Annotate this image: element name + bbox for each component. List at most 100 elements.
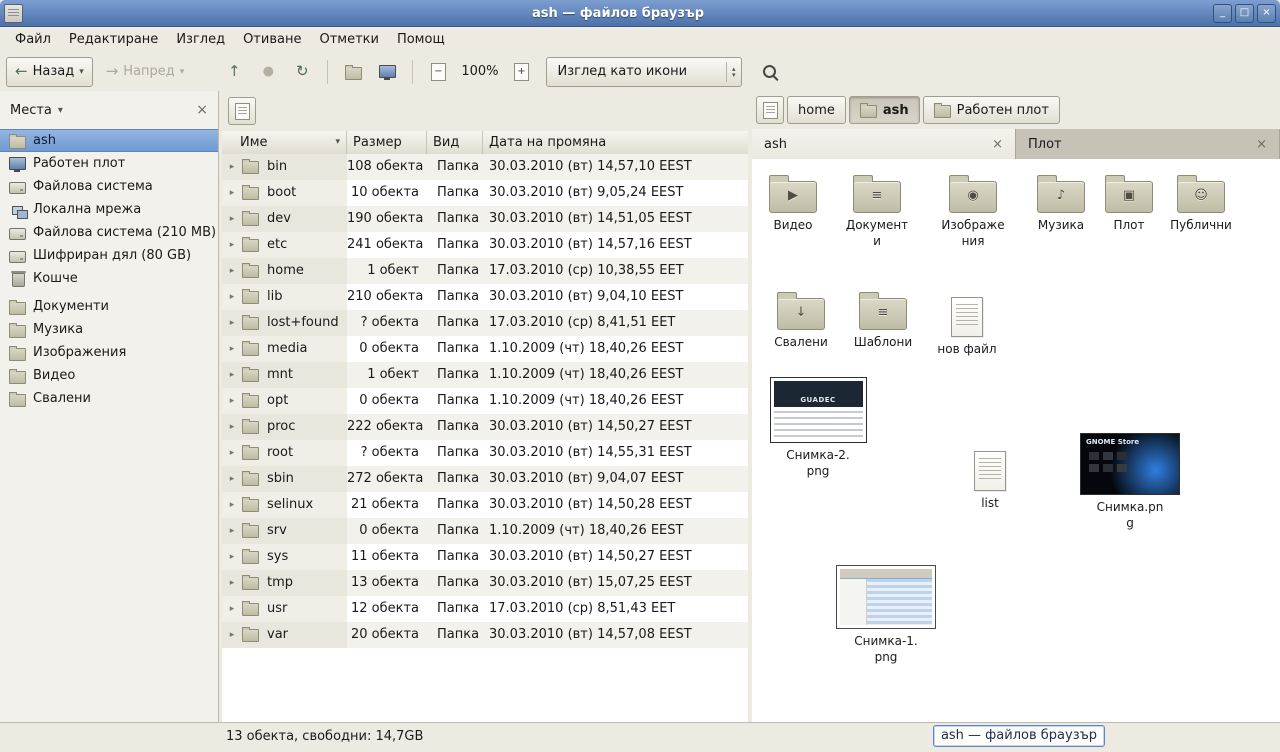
table-row-etc[interactable]: ▸etc241 обектаПапка30.03.2010 (вт) 14,57…: [222, 232, 748, 258]
table-row-boot[interactable]: ▸boot10 обектаПапка30.03.2010 (вт) 9,05,…: [222, 180, 748, 206]
icon-item-documents[interactable]: ≡Документи: [827, 173, 927, 249]
column-header-size[interactable]: Размер: [347, 131, 427, 154]
menu-go[interactable]: Отиване: [234, 29, 310, 50]
zoom-in-button[interactable]: +: [506, 57, 536, 87]
icon-item-list[interactable]: list: [940, 447, 1040, 512]
icon-item-snimka[interactable]: GNOME StoreСнимка.png: [1080, 433, 1180, 531]
expander-icon[interactable]: ▸: [225, 206, 239, 232]
expander-icon[interactable]: ▸: [225, 570, 239, 596]
icon-item-snimka-1[interactable]: Снимка-1.png: [836, 565, 936, 665]
sidebar-close-icon[interactable]: ×: [196, 103, 208, 117]
taskbar-window-button[interactable]: ash — файлов браузър: [933, 725, 1105, 747]
path-root-button[interactable]: [756, 96, 784, 124]
path-button-home[interactable]: home: [787, 96, 846, 124]
expander-icon[interactable]: ▸: [225, 258, 239, 284]
expander-icon[interactable]: ▸: [225, 154, 239, 180]
close-button[interactable]: ×: [1257, 4, 1276, 23]
expander-icon[interactable]: ▸: [225, 414, 239, 440]
back-button[interactable]: ← Назад ▾: [6, 57, 93, 87]
icon-item-pictures[interactable]: ◉Изображения: [923, 173, 1023, 249]
expander-icon[interactable]: ▸: [225, 336, 239, 362]
sidebar-item-desktop[interactable]: Работен плот: [0, 152, 218, 175]
sidebar-item-ash[interactable]: ash: [0, 129, 218, 152]
path-button-desktop[interactable]: Работен плот: [923, 96, 1060, 124]
file-browser-window: ash — файлов браузър _ □ × ФайлРедактира…: [0, 0, 1280, 752]
expander-icon[interactable]: ▸: [225, 284, 239, 310]
table-row-lib[interactable]: ▸lib210 обектаПапка30.03.2010 (вт) 9,04,…: [222, 284, 748, 310]
expander-icon[interactable]: ▸: [225, 310, 239, 336]
table-row-home[interactable]: ▸home1 обектПапка17.03.2010 (ср) 10,38,5…: [222, 258, 748, 284]
view-mode-select[interactable]: Изглед като икони ▴▾: [546, 57, 742, 87]
menu-help[interactable]: Помощ: [388, 29, 454, 50]
icon-label: нов файл: [937, 342, 996, 358]
list-pane-location-button[interactable]: [228, 97, 256, 125]
sidebar-item-network[interactable]: Локална мрежа: [0, 198, 218, 221]
sidebar-item-filesystem-210mb[interactable]: Файлова система (210 MB): [0, 221, 218, 244]
zoom-out-button[interactable]: −: [423, 57, 453, 87]
expander-icon[interactable]: ▸: [225, 440, 239, 466]
tab-ash[interactable]: ash ×: [752, 129, 1016, 159]
tab-close-icon[interactable]: ×: [1256, 138, 1267, 151]
sidebar-item-videos[interactable]: Видео: [0, 364, 218, 387]
table-row-sbin[interactable]: ▸sbin272 обектаПапка30.03.2010 (вт) 9,04…: [222, 466, 748, 492]
expander-icon[interactable]: ▸: [225, 622, 239, 648]
expander-icon[interactable]: ▸: [225, 518, 239, 544]
titlebar[interactable]: ash — файлов браузър _ □ ×: [0, 0, 1280, 27]
table-row-bin[interactable]: ▸bin108 обектаПапка30.03.2010 (вт) 14,57…: [222, 154, 748, 180]
expander-icon[interactable]: ▸: [225, 466, 239, 492]
icon-item-new-file[interactable]: нов файл: [917, 293, 1017, 358]
sidebar-item-trash[interactable]: Кошче: [0, 267, 218, 290]
menu-view[interactable]: Изглед: [167, 29, 234, 50]
sidebar-item-filesystem[interactable]: Файлова система: [0, 175, 218, 198]
table-row-var[interactable]: ▸var20 обектаПапка30.03.2010 (вт) 14,57,…: [222, 622, 748, 648]
up-button[interactable]: ↑: [219, 57, 249, 87]
table-row-srv[interactable]: ▸srv0 обектаПапка1.10.2009 (чт) 18,40,26…: [222, 518, 748, 544]
icon-item-public[interactable]: ☺Публични: [1151, 173, 1251, 234]
computer-button[interactable]: [372, 57, 402, 87]
minimize-button[interactable]: _: [1213, 4, 1232, 23]
stop-button[interactable]: ●: [253, 57, 283, 87]
sidebar-item-pictures[interactable]: Изображения: [0, 341, 218, 364]
expander-icon[interactable]: ▸: [225, 232, 239, 258]
table-row-media[interactable]: ▸media0 обектаПапка1.10.2009 (чт) 18,40,…: [222, 336, 748, 362]
menu-file[interactable]: Файл: [6, 29, 60, 50]
path-button-ash[interactable]: ash: [849, 96, 920, 124]
table-row-root[interactable]: ▸root? обектаПапка30.03.2010 (вт) 14,55,…: [222, 440, 748, 466]
table-row-proc[interactable]: ▸proc222 обектаПапка30.03.2010 (вт) 14,5…: [222, 414, 748, 440]
table-row-sys[interactable]: ▸sys11 обектаПапка30.03.2010 (вт) 14,50,…: [222, 544, 748, 570]
table-row-selinux[interactable]: ▸selinux21 обектаПапка30.03.2010 (вт) 14…: [222, 492, 748, 518]
icon-item-snimka-2[interactable]: GUADECСнимка-2.png: [768, 377, 868, 479]
expander-icon[interactable]: ▸: [225, 596, 239, 622]
sidebar-item-downloads[interactable]: Свалени: [0, 387, 218, 410]
table-row-dev[interactable]: ▸dev190 обектаПапка30.03.2010 (вт) 14,51…: [222, 206, 748, 232]
menu-edit[interactable]: Редактиране: [60, 29, 167, 50]
maximize-button[interactable]: □: [1235, 4, 1254, 23]
expander-icon[interactable]: ▸: [225, 544, 239, 570]
expander-icon[interactable]: ▸: [225, 492, 239, 518]
home-button[interactable]: [338, 57, 368, 87]
sidebar-item-encrypted-80gb[interactable]: Шифриран дял (80 GB): [0, 244, 218, 267]
search-button[interactable]: [754, 57, 784, 87]
column-header-date[interactable]: Дата на промяна: [483, 131, 748, 154]
expander-icon[interactable]: ▸: [225, 388, 239, 414]
table-row-lost+found[interactable]: ▸lost+found? обектаПапка17.03.2010 (ср) …: [222, 310, 748, 336]
expander-icon[interactable]: ▸: [225, 180, 239, 206]
combo-arrows-icon: ▴▾: [726, 62, 736, 82]
forward-button[interactable]: → Напред ▾: [97, 57, 194, 87]
sidebar-dropdown-icon[interactable]: ▾: [58, 105, 63, 116]
table-row-mnt[interactable]: ▸mnt1 обектПапка1.10.2009 (чт) 18,40,26 …: [222, 362, 748, 388]
name-cell: ▸home: [222, 258, 347, 284]
tab-close-icon[interactable]: ×: [992, 138, 1003, 151]
table-row-usr[interactable]: ▸usr12 обектаПапка17.03.2010 (ср) 8,51,4…: [222, 596, 748, 622]
menu-bookmarks[interactable]: Отметки: [310, 29, 387, 50]
table-row-tmp[interactable]: ▸tmp13 обектаПапка30.03.2010 (вт) 15,07,…: [222, 570, 748, 596]
table-row-opt[interactable]: ▸opt0 обектаПапка1.10.2009 (чт) 18,40,26…: [222, 388, 748, 414]
sidebar-item-documents[interactable]: Документи: [0, 295, 218, 318]
sidebar-item-music[interactable]: Музика: [0, 318, 218, 341]
column-header-type[interactable]: Вид: [427, 131, 483, 154]
reload-button[interactable]: ↻: [287, 57, 317, 87]
expander-icon[interactable]: ▸: [225, 362, 239, 388]
window-menu-icon[interactable]: [4, 4, 23, 23]
tab-plot[interactable]: Плот ×: [1016, 129, 1280, 159]
column-header-name[interactable]: Име ▾: [222, 131, 347, 154]
